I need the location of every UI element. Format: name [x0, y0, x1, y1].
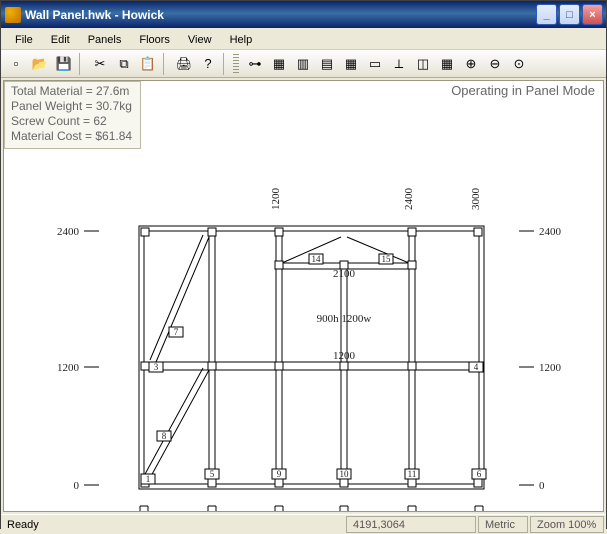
svg-text:10: 10 — [340, 469, 350, 479]
toolbar: ▫📂💾✂⧉📋🖨?⊶▦▥▤▦▭⟂◫▦⊕⊖⊙ — [1, 50, 606, 78]
window-icon[interactable]: ▦ — [436, 53, 458, 75]
zoom-in-icon[interactable]: ⊕ — [460, 53, 482, 75]
svg-text:3000: 3000 — [470, 188, 482, 211]
grid-icon[interactable]: ▦ — [268, 53, 290, 75]
menu-floors[interactable]: Floors — [131, 32, 178, 48]
menu-panels[interactable]: Panels — [80, 32, 130, 48]
maximize-button[interactable]: □ — [559, 4, 580, 25]
canvas-area[interactable]: Total Material = 27.6m Panel Weight = 30… — [3, 80, 604, 512]
status-bar: Ready 4191,3064 Metric Zoom 100% — [1, 514, 606, 534]
open-file-icon[interactable]: 📂 — [29, 53, 51, 75]
grid2-icon[interactable]: ◫ — [412, 53, 434, 75]
menu-view[interactable]: View — [180, 32, 220, 48]
zoom-out-icon[interactable]: ⊖ — [484, 53, 506, 75]
svg-text:2100: 2100 — [333, 268, 356, 280]
svg-text:1: 1 — [146, 474, 151, 484]
status-units: Metric — [478, 516, 528, 533]
svg-text:1200: 1200 — [539, 362, 562, 374]
new-file-icon[interactable]: ▫ — [5, 53, 27, 75]
svg-text:7: 7 — [174, 327, 179, 337]
svg-text:5: 5 — [210, 469, 215, 479]
svg-text:1200: 1200 — [333, 350, 356, 362]
doc-icon[interactable]: ▭ — [364, 53, 386, 75]
app-icon — [5, 7, 21, 23]
panels-icon[interactable]: ▦ — [340, 53, 362, 75]
svg-text:8: 8 — [162, 431, 167, 441]
svg-text:3: 3 — [154, 362, 159, 372]
svg-text:900h 1200w: 900h 1200w — [317, 313, 372, 325]
help-icon[interactable]: ? — [197, 53, 219, 75]
svg-text:14: 14 — [312, 254, 322, 264]
paste-icon[interactable]: 📋 — [137, 53, 159, 75]
print-icon[interactable]: 🖨 — [173, 53, 195, 75]
title-bar: Wall Panel.hwk - Howick _ □ × — [1, 1, 606, 28]
menu-file[interactable]: File — [7, 32, 41, 48]
save-icon[interactable]: 💾 — [53, 53, 75, 75]
svg-text:2400: 2400 — [539, 226, 562, 238]
zoom-fit-icon[interactable]: ⊙ — [508, 53, 530, 75]
svg-text:1200: 1200 — [270, 188, 282, 211]
window-title: Wall Panel.hwk - Howick — [25, 8, 536, 22]
split-h-icon[interactable]: ▥ — [292, 53, 314, 75]
status-coords: 4191,3064 — [346, 516, 476, 533]
split-v-icon[interactable]: ▤ — [316, 53, 338, 75]
svg-text:4: 4 — [474, 362, 479, 372]
svg-text:0: 0 — [74, 480, 80, 492]
svg-text:1200: 1200 — [57, 362, 80, 374]
menu-edit[interactable]: Edit — [43, 32, 78, 48]
copy-icon[interactable]: ⧉ — [113, 53, 135, 75]
anchor-icon[interactable]: ⊶ — [244, 53, 266, 75]
svg-text:2400: 2400 — [403, 188, 415, 211]
minimize-button[interactable]: _ — [536, 4, 557, 25]
svg-text:6: 6 — [477, 469, 482, 479]
menu-help[interactable]: Help — [222, 32, 261, 48]
svg-text:0: 0 — [539, 480, 545, 492]
panel-drawing: 2400120002400120001200240030000600120017… — [4, 81, 604, 512]
measure-icon[interactable]: ⟂ — [388, 53, 410, 75]
svg-text:11: 11 — [408, 469, 417, 479]
status-zoom: Zoom 100% — [530, 516, 604, 533]
svg-text:15: 15 — [382, 254, 392, 264]
cut-icon[interactable]: ✂ — [89, 53, 111, 75]
window-controls: _ □ × — [536, 4, 603, 25]
svg-text:2400: 2400 — [57, 226, 80, 238]
menu-bar: FileEditPanelsFloorsViewHelp — [1, 28, 606, 50]
close-button[interactable]: × — [582, 4, 603, 25]
svg-text:9: 9 — [277, 469, 282, 479]
